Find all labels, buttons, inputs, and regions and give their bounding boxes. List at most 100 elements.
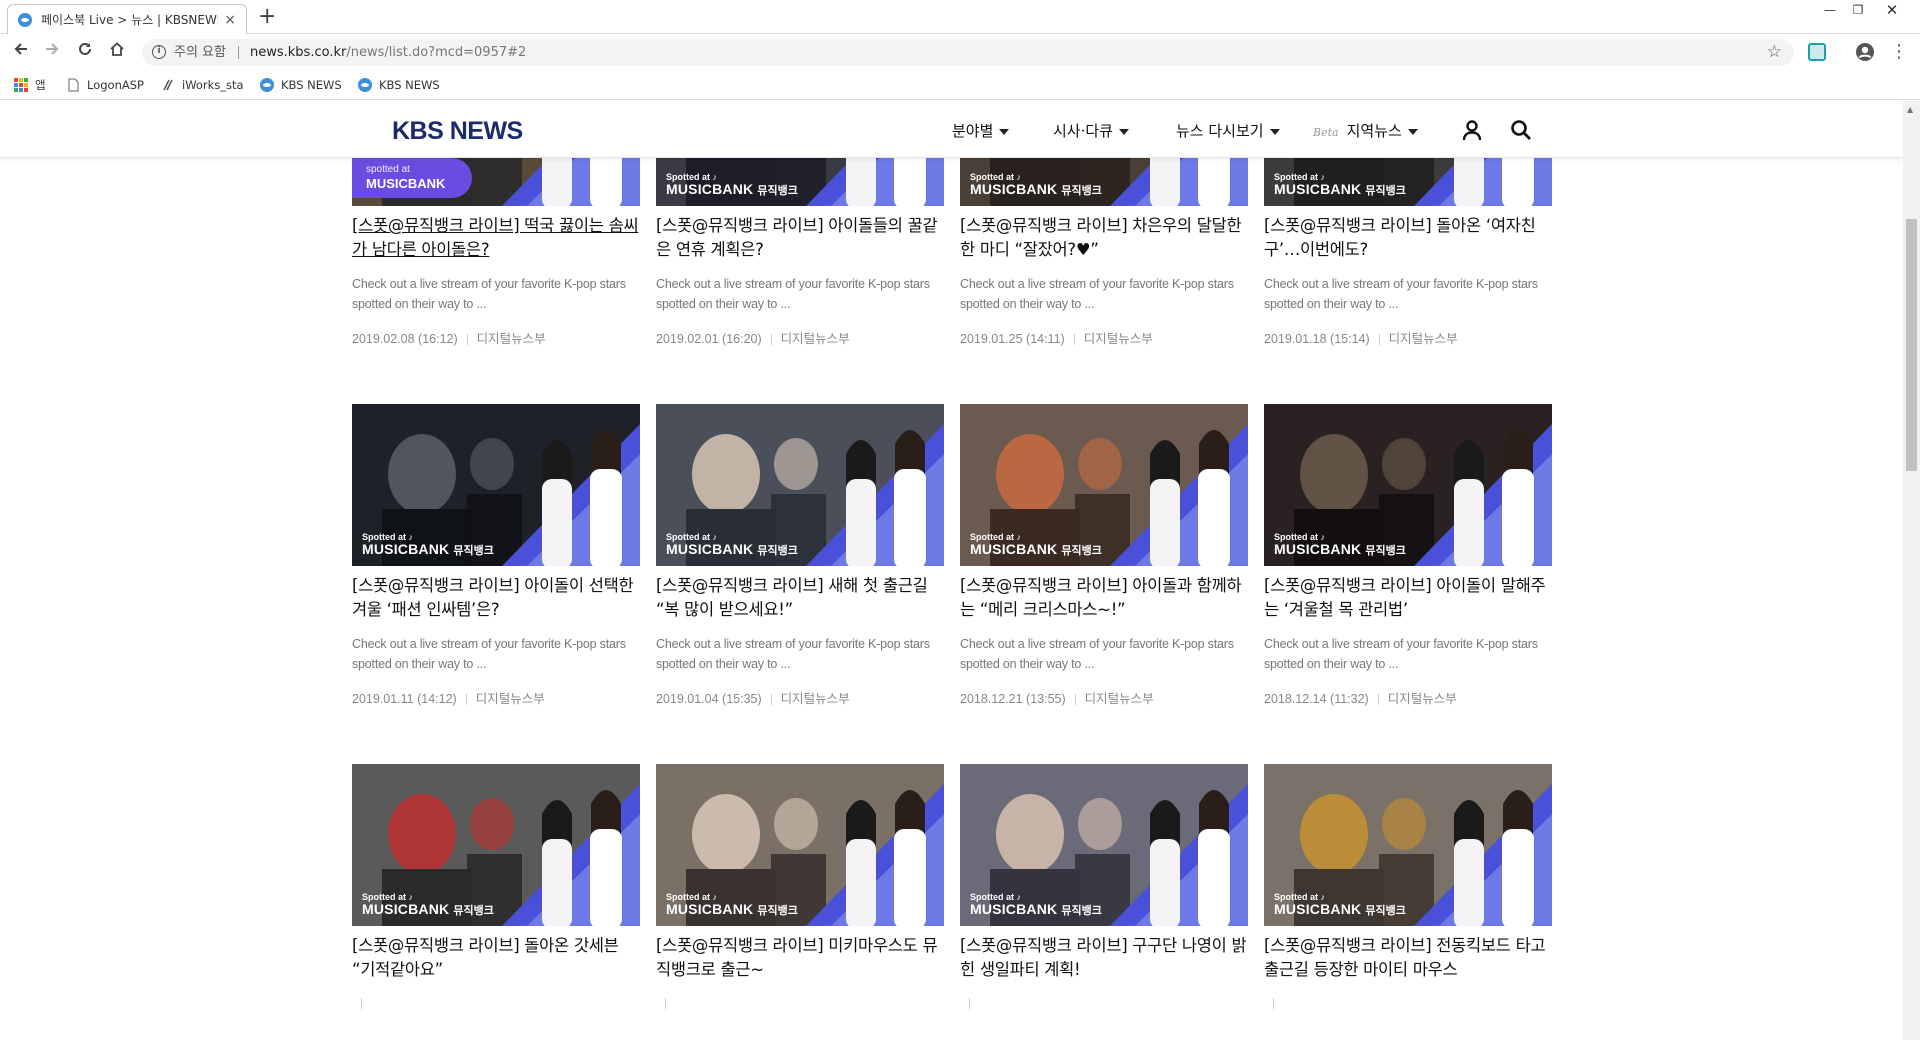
article-thumbnail[interactable]: Spotted at ♪ MUSICBANK 뮤직뱅크	[352, 404, 640, 566]
bookmark-kbs-news-1[interactable]: KBS NEWS	[260, 77, 342, 93]
badge-line3: 뮤직뱅크	[453, 905, 494, 917]
badge-line2: MUSICBANK	[362, 541, 450, 557]
site-info-icon[interactable]: i	[152, 45, 166, 59]
article-date: 2019.01.18 (15:14)	[1264, 332, 1370, 346]
article-title[interactable]: [스폿@뮤직뱅크 라이브] 미키마우스도 뮤직뱅크로 출근~	[656, 934, 944, 982]
scroll-up-icon[interactable]: ▲	[1907, 105, 1913, 114]
article-card[interactable]: Spotted at ♪ MUSICBANK 뮤직뱅크 [스폿@뮤직뱅크 라이브] …	[352, 404, 640, 707]
musicbank-badge: Spotted at ♪ MUSICBANK 뮤직뱅크	[970, 533, 1102, 558]
badge-line3: 뮤직뱅크	[1365, 185, 1406, 197]
article-date: 2019.01.25 (14:11)	[960, 332, 1065, 346]
badge-line3: 뮤직뱅크	[757, 185, 798, 197]
badge-line2: MUSICBANK	[1274, 181, 1362, 197]
nav-category[interactable]: 분야별	[952, 120, 1010, 141]
article-title[interactable]: [스폿@뮤직뱅크 라이브] 돌아온 갓세븐 “기적같아요”	[352, 934, 640, 982]
menu-kebab-icon[interactable]: ⋮	[1889, 42, 1909, 62]
article-thumbnail[interactable]: Spotted at ♪ MUSICBANK 뮤직뱅크	[352, 764, 640, 926]
article-thumbnail[interactable]: Spotted at ♪ MUSICBANK 뮤직뱅크	[1264, 404, 1552, 566]
bookmark-label: KBS NEWS	[379, 78, 440, 92]
nav-local-news[interactable]: Beta 지역뉴스	[1313, 120, 1418, 141]
user-button[interactable]	[1461, 119, 1483, 141]
back-button[interactable]	[9, 40, 33, 64]
article-title[interactable]: [스폿@뮤직뱅크 라이브] 떡국 끓이는 솜씨가 남다른 아이돌은?	[352, 214, 640, 262]
site-logo[interactable]: KBS NEWS	[392, 117, 523, 146]
article-card[interactable]: Spotted at ♪ MUSICBANK 뮤직뱅크 [스폿@뮤직뱅크 라이브] …	[960, 764, 1248, 1010]
article-author: 디지털뉴스부	[475, 692, 545, 706]
meta-divider	[665, 998, 666, 1010]
article-title[interactable]: [스폿@뮤직뱅크 라이브] 아이돌들의 꿀같은 연휴 계획은?	[656, 214, 944, 262]
bookmark-logonasp[interactable]: LogonASP	[66, 77, 144, 93]
forward-button[interactable]	[40, 40, 64, 64]
article-title[interactable]: [스폿@뮤직뱅크 라이브] 아이돌이 말해주는 ‘겨울철 목 관리법’	[1264, 574, 1552, 622]
search-button[interactable]	[1510, 119, 1532, 141]
url-text[interactable]: news.kbs.co.kr/news/list.do?mcd=0957#2	[250, 39, 526, 66]
article-title[interactable]: [스폿@뮤직뱅크 라이브] 전동킥보드 타고 출근길 등장한 마이티 마우스	[1264, 934, 1552, 982]
profile-button[interactable]	[1855, 42, 1875, 62]
page-viewport: KBS NEWS 분야별 시사·다큐 뉴스 다시보기 Beta 지역뉴스 spo…	[0, 101, 1903, 1040]
article-date: 2018.12.21 (13:55)	[960, 692, 1066, 706]
iworks-icon	[163, 79, 173, 91]
close-window-button[interactable]: ✕	[1878, 0, 1906, 20]
tab-title: 페이스북 Live > 뉴스 | KBSNEWS	[41, 13, 219, 27]
article-title[interactable]: [스폿@뮤직뱅크 라이브] 구구단 나영이 밝힌 생일파티 계획!	[960, 934, 1248, 982]
kbs-favicon-icon	[260, 78, 274, 92]
article-author: 디지털뉴스부	[1387, 692, 1457, 706]
bookmark-iworks[interactable]: iWorks_sta	[161, 77, 244, 93]
nav-news-replay[interactable]: 뉴스 다시보기	[1176, 120, 1280, 141]
article-date: 2019.02.01 (16:20)	[656, 332, 762, 346]
article-thumbnail[interactable]: Spotted at ♪ MUSICBANK 뮤직뱅크	[656, 404, 944, 566]
article-card[interactable]: Spotted at ♪ MUSICBANK 뮤직뱅크 [스폿@뮤직뱅크 라이브] …	[656, 764, 944, 1010]
page-scrollbar[interactable]: ▲	[1903, 101, 1920, 1040]
reload-button[interactable]	[73, 40, 97, 64]
url-host: news.kbs.co.kr	[250, 45, 347, 60]
article-card[interactable]: Spotted at ♪ MUSICBANK 뮤직뱅크 [스폿@뮤직뱅크 라이브] …	[1264, 404, 1552, 707]
address-bar[interactable]: i 주의 요함 news.kbs.co.kr/news/list.do?mcd=…	[142, 39, 1794, 66]
article-thumbnail[interactable]: Spotted at ♪ MUSICBANK 뮤직뱅크	[960, 764, 1248, 926]
meta-divider	[466, 334, 468, 346]
article-description: Check out a live stream of your favorite…	[960, 637, 1234, 671]
bookmark-label: iWorks_sta	[182, 78, 244, 92]
new-tab-button[interactable]: +	[258, 4, 276, 30]
browser-tab[interactable]: 페이스북 Live > 뉴스 | KBSNEWS ×	[7, 4, 247, 34]
article-card[interactable]: Spotted at ♪ MUSICBANK 뮤직뱅크 [스폿@뮤직뱅크 라이브] …	[352, 764, 640, 1010]
bookmarks-bar: 앱 LogonASP iWorks_sta KBS NEWS KBS NEWS	[0, 70, 1920, 100]
chevron-down-icon	[1407, 128, 1418, 135]
article-date: 2019.02.08 (16:12)	[352, 332, 458, 346]
article-title[interactable]: [스폿@뮤직뱅크 라이브] 새해 첫 출근길 “복 많이 받으세요!”	[656, 574, 944, 622]
scrollbar-thumb[interactable]	[1906, 219, 1917, 471]
article-title[interactable]: [스폿@뮤직뱅크 라이브] 차은우의 달달한 한 마디 “잘잤어?♥”	[960, 214, 1248, 262]
meta-divider	[361, 998, 362, 1010]
badge-line3: 뮤직뱅크	[453, 545, 494, 557]
article-thumbnail[interactable]: Spotted at ♪ MUSICBANK 뮤직뱅크	[656, 764, 944, 926]
article-title[interactable]: [스폿@뮤직뱅크 라이브] 아이돌이 선택한 겨울 ‘패션 인싸템’은?	[352, 574, 640, 622]
url-path: /news/list.do?mcd=0957#2	[346, 45, 527, 60]
article-meta: 2019.01.25 (14:11) 디지털뉴스부	[960, 328, 1248, 347]
article-meta: 2019.01.11 (14:12) 디지털뉴스부	[352, 688, 640, 707]
article-description: Check out a live stream of your favorite…	[656, 277, 930, 311]
meta-divider	[969, 998, 970, 1010]
article-title[interactable]: [스폿@뮤직뱅크 라이브] 돌아온 ‘여자친구’…이번에도?	[1264, 214, 1552, 262]
minimize-button[interactable]: —	[1816, 0, 1844, 20]
musicbank-badge: Spotted at ♪ MUSICBANK 뮤직뱅크	[1274, 893, 1406, 918]
bookmark-apps[interactable]: 앱	[14, 77, 46, 93]
article-card[interactable]: Spotted at ♪ MUSICBANK 뮤직뱅크 [스폿@뮤직뱅크 라이브] …	[1264, 764, 1552, 1010]
tab-close-icon[interactable]: ×	[224, 12, 236, 28]
article-card[interactable]: Spotted at ♪ MUSICBANK 뮤직뱅크 [스폿@뮤직뱅크 라이브] …	[656, 404, 944, 707]
extension-icon[interactable]	[1808, 43, 1826, 61]
musicbank-badge: Spotted at ♪ MUSICBANK 뮤직뱅크	[666, 893, 798, 918]
article-card[interactable]: Spotted at ♪ MUSICBANK 뮤직뱅크 [스폿@뮤직뱅크 라이브] …	[960, 404, 1248, 707]
bookmark-kbs-news-2[interactable]: KBS NEWS	[358, 77, 440, 93]
badge-line2: MUSICBANK	[970, 541, 1058, 557]
bookmark-star-icon[interactable]: ☆	[1767, 39, 1782, 66]
musicbank-badge: Spotted at ♪ MUSICBANK 뮤직뱅크	[1274, 173, 1406, 198]
badge-line3: 뮤직뱅크	[757, 905, 798, 917]
article-title[interactable]: [스폿@뮤직뱅크 라이브] 아이돌과 함께하는 “메리 크리스마스~!”	[960, 574, 1248, 622]
apps-grid-icon	[14, 78, 28, 92]
article-author: 디지털뉴스부	[780, 692, 850, 706]
musicbank-badge: spotted at MUSICBANK	[352, 158, 472, 198]
article-thumbnail[interactable]: Spotted at ♪ MUSICBANK 뮤직뱅크	[1264, 764, 1552, 926]
article-thumbnail[interactable]: Spotted at ♪ MUSICBANK 뮤직뱅크	[960, 404, 1248, 566]
home-button[interactable]	[105, 40, 129, 64]
nav-current-affairs[interactable]: 시사·다큐	[1053, 120, 1129, 141]
restore-button[interactable]: ❐	[1844, 0, 1872, 20]
